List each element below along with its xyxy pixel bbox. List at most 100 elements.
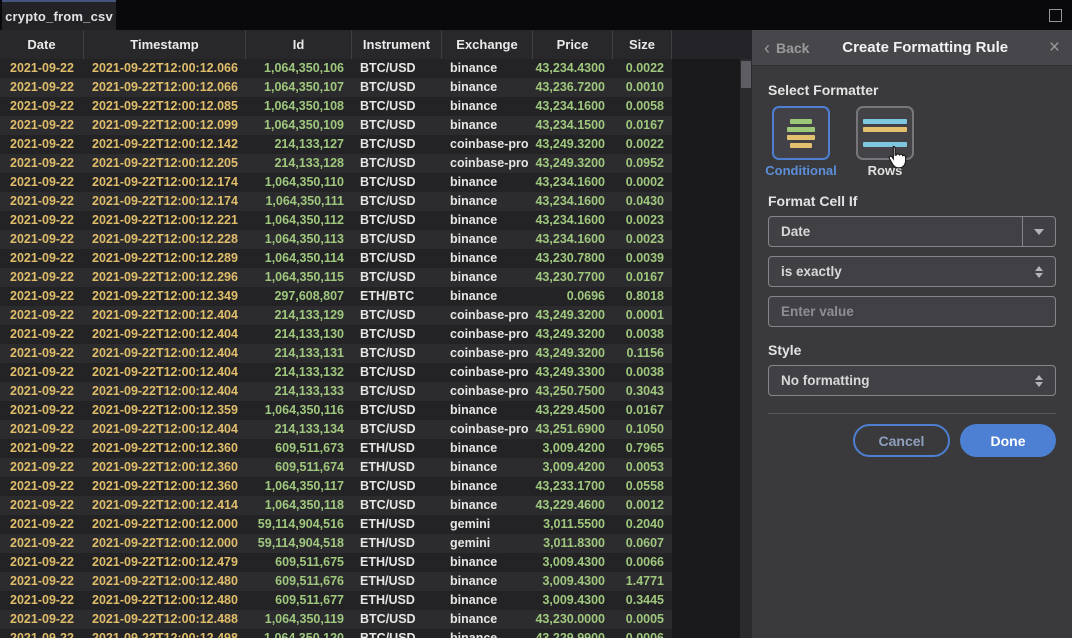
table-row[interactable]: 2021-09-222021-09-22T12:00:12.00059,114,… <box>0 515 672 534</box>
cell-price: 43,229.4600 <box>533 496 613 515</box>
cell-timestamp: 2021-09-22T12:00:12.099 <box>84 116 246 135</box>
maximize-icon[interactable] <box>1049 9 1062 22</box>
table-row[interactable]: 2021-09-222021-09-22T12:00:12.3601,064,3… <box>0 477 672 496</box>
table-row[interactable]: 2021-09-222021-09-22T12:00:12.4141,064,3… <box>0 496 672 515</box>
table-row[interactable]: 2021-09-222021-09-22T12:00:12.4881,064,3… <box>0 610 672 629</box>
table-row[interactable]: 2021-09-222021-09-22T12:00:12.2961,064,3… <box>0 268 672 287</box>
cell-timestamp: 2021-09-22T12:00:12.066 <box>84 59 246 78</box>
table-row[interactable]: 2021-09-222021-09-22T12:00:12.00059,114,… <box>0 534 672 553</box>
divider <box>768 413 1056 414</box>
table-row[interactable]: 2021-09-222021-09-22T12:00:12.404214,133… <box>0 306 672 325</box>
table-row[interactable]: 2021-09-222021-09-22T12:00:12.4981,064,3… <box>0 629 672 638</box>
cell-exchange: binance <box>442 78 533 97</box>
column-header-exchange[interactable]: Exchange <box>442 30 533 59</box>
cell-size: 1.4771 <box>613 572 672 591</box>
cell-price: 43,234.1600 <box>533 173 613 192</box>
table-row[interactable]: 2021-09-222021-09-22T12:00:12.360609,511… <box>0 458 672 477</box>
column-header-price[interactable]: Price <box>533 30 613 59</box>
table-row[interactable]: 2021-09-222021-09-22T12:00:12.360609,511… <box>0 439 672 458</box>
cell-instrument: BTC/USD <box>352 363 442 382</box>
cell-instrument: ETH/USD <box>352 591 442 610</box>
cell-timestamp: 2021-09-22T12:00:12.480 <box>84 591 246 610</box>
table-row[interactable]: 2021-09-222021-09-22T12:00:12.1741,064,3… <box>0 192 672 211</box>
cell-timestamp: 2021-09-22T12:00:12.349 <box>84 287 246 306</box>
column-header-id[interactable]: Id <box>246 30 352 59</box>
cell-exchange: gemini <box>442 515 533 534</box>
table-row[interactable]: 2021-09-222021-09-22T12:00:12.0661,064,3… <box>0 78 672 97</box>
table-row[interactable]: 2021-09-222021-09-22T12:00:12.1741,064,3… <box>0 173 672 192</box>
cancel-button[interactable]: Cancel <box>853 424 950 457</box>
cell-timestamp: 2021-09-22T12:00:12.404 <box>84 325 246 344</box>
table-row[interactable]: 2021-09-222021-09-22T12:00:12.404214,133… <box>0 344 672 363</box>
dropdown-button[interactable] <box>1022 217 1055 246</box>
column-header-size[interactable]: Size <box>613 30 672 59</box>
cell-timestamp: 2021-09-22T12:00:12.000 <box>84 534 246 553</box>
style-select[interactable]: No formatting <box>768 365 1056 396</box>
table-row[interactable]: 2021-09-222021-09-22T12:00:12.2891,064,3… <box>0 249 672 268</box>
cell-size: 0.0058 <box>613 97 672 116</box>
cell-exchange: binance <box>442 477 533 496</box>
cell-instrument: BTC/USD <box>352 420 442 439</box>
table-row[interactable]: 2021-09-222021-09-22T12:00:12.0661,064,3… <box>0 59 672 78</box>
table-row[interactable]: 2021-09-222021-09-22T12:00:12.2211,064,3… <box>0 211 672 230</box>
cell-id: 1,064,350,117 <box>246 477 352 496</box>
cell-price: 3,009.4300 <box>533 591 613 610</box>
table-row[interactable]: 2021-09-222021-09-22T12:00:12.349297,608… <box>0 287 672 306</box>
column-header-instrument[interactable]: Instrument <box>352 30 442 59</box>
cell-timestamp: 2021-09-22T12:00:12.174 <box>84 173 246 192</box>
cell-date: 2021-09-22 <box>0 268 84 287</box>
cell-timestamp: 2021-09-22T12:00:12.228 <box>84 230 246 249</box>
cell-timestamp: 2021-09-22T12:00:12.221 <box>84 211 246 230</box>
table-row[interactable]: 2021-09-222021-09-22T12:00:12.404214,133… <box>0 325 672 344</box>
cell-timestamp: 2021-09-22T12:00:12.085 <box>84 97 246 116</box>
cell-instrument: ETH/USD <box>352 572 442 591</box>
table-row[interactable]: 2021-09-222021-09-22T12:00:12.142214,133… <box>0 135 672 154</box>
cell-id: 1,064,350,115 <box>246 268 352 287</box>
cell-size: 0.0167 <box>613 116 672 135</box>
done-button[interactable]: Done <box>960 424 1056 457</box>
value-input[interactable] <box>768 296 1056 327</box>
cell-size: 0.0053 <box>613 458 672 477</box>
scrollbar-thumb[interactable] <box>741 61 751 88</box>
table-row[interactable]: 2021-09-222021-09-22T12:00:12.2281,064,3… <box>0 230 672 249</box>
cell-instrument: BTC/USD <box>352 610 442 629</box>
cell-timestamp: 2021-09-22T12:00:12.360 <box>84 477 246 496</box>
column-header-timestamp[interactable]: Timestamp <box>84 30 246 59</box>
cell-size: 0.0005 <box>613 610 672 629</box>
cell-instrument: BTC/USD <box>352 382 442 401</box>
cell-instrument: BTC/USD <box>352 477 442 496</box>
table-row[interactable]: 2021-09-222021-09-22T12:00:12.479609,511… <box>0 553 672 572</box>
cell-exchange: binance <box>442 249 533 268</box>
cell-date: 2021-09-22 <box>0 211 84 230</box>
table-row[interactable]: 2021-09-222021-09-22T12:00:12.480609,511… <box>0 591 672 610</box>
table-row[interactable]: 2021-09-222021-09-22T12:00:12.0851,064,3… <box>0 97 672 116</box>
conditional-card[interactable] <box>772 106 830 160</box>
cell-instrument: ETH/USD <box>352 553 442 572</box>
table-row[interactable]: 2021-09-222021-09-22T12:00:12.480609,511… <box>0 572 672 591</box>
cell-date: 2021-09-22 <box>0 59 84 78</box>
column-header-date[interactable]: Date <box>0 30 84 59</box>
vertical-scrollbar[interactable] <box>740 59 752 638</box>
cell-exchange: binance <box>442 173 533 192</box>
cell-price: 43,234.1600 <box>533 97 613 116</box>
table-row[interactable]: 2021-09-222021-09-22T12:00:12.0991,064,3… <box>0 116 672 135</box>
operator-select[interactable]: is exactly <box>768 256 1056 287</box>
table-row[interactable]: 2021-09-222021-09-22T12:00:12.404214,133… <box>0 363 672 382</box>
cell-exchange: coinbase-pro <box>442 154 533 173</box>
cell-size: 0.2040 <box>613 515 672 534</box>
table-row[interactable]: 2021-09-222021-09-22T12:00:12.404214,133… <box>0 420 672 439</box>
cell-exchange: binance <box>442 610 533 629</box>
close-icon[interactable]: × <box>1049 40 1060 56</box>
cell-instrument: BTC/USD <box>352 173 442 192</box>
cell-timestamp: 2021-09-22T12:00:12.479 <box>84 553 246 572</box>
table-row[interactable]: 2021-09-222021-09-22T12:00:12.205214,133… <box>0 154 672 173</box>
cell-date: 2021-09-22 <box>0 78 84 97</box>
tab-crypto-from-csv[interactable]: crypto_from_csv <box>2 0 116 30</box>
cell-price: 43,249.3200 <box>533 135 613 154</box>
table-row[interactable]: 2021-09-222021-09-22T12:00:12.3591,064,3… <box>0 401 672 420</box>
cell-instrument: BTC/USD <box>352 306 442 325</box>
column-select[interactable]: Date <box>768 216 1056 247</box>
table-row[interactable]: 2021-09-222021-09-22T12:00:12.404214,133… <box>0 382 672 401</box>
cell-price: 3,011.8300 <box>533 534 613 553</box>
rows-card[interactable] <box>856 106 914 160</box>
